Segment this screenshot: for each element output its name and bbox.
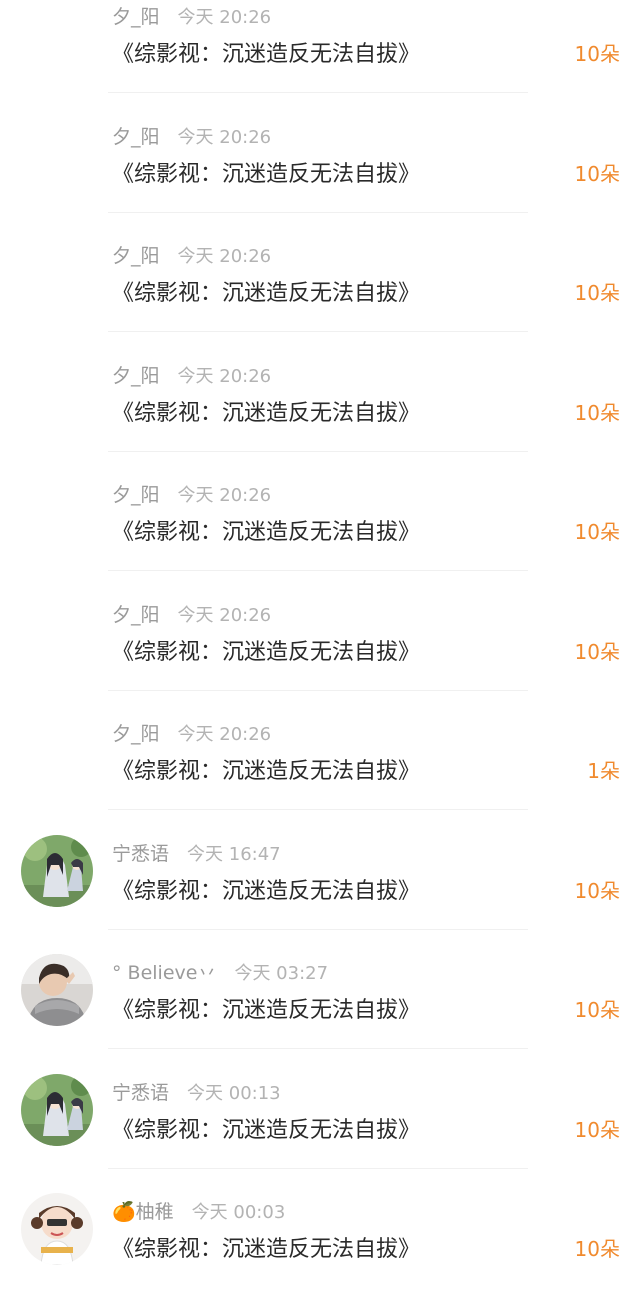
gift-amount: 10朵: [574, 639, 620, 664]
username[interactable]: 宁悉语: [112, 1082, 169, 1104]
row-meta: 夕_阳 今天 20:26: [112, 600, 271, 627]
timestamp: 今天 20:26: [177, 604, 272, 626]
avatar[interactable]: [21, 1193, 93, 1265]
row-meta: 夕_阳 今天 20:26: [112, 361, 271, 388]
list-item[interactable]: 🍊柚稚 今天 00:03 《综影视：沉迷造反无法自拔》 10朵: [0, 1183, 640, 1303]
divider: [108, 450, 528, 452]
gift-amount: 10朵: [574, 281, 620, 305]
list-item[interactable]: 夕_阳 今天 20:26 《综影视：沉迷造反无法自拔》 10朵: [0, 227, 640, 347]
avatar[interactable]: [21, 954, 93, 1026]
timestamp: 今天 20:26: [177, 246, 272, 267]
book-title[interactable]: 《综影视：沉迷造反无法自拔》: [112, 1231, 420, 1263]
divider: [108, 92, 528, 93]
book-title[interactable]: 《综影视：沉迷造反无法自拔》: [112, 275, 420, 307]
timestamp: 今天 03:27: [234, 963, 329, 984]
timestamp: 今天 20:26: [177, 126, 272, 148]
username[interactable]: 夕_阳: [112, 365, 160, 387]
row-meta: 🍊柚稚 今天 00:03: [112, 1197, 285, 1224]
list-item[interactable]: ° Believe丷 今天 03:27 《综影视：沉迷造反无法自拔》 10朵: [0, 944, 640, 1064]
gift-amount: 10朵: [574, 520, 620, 544]
list-item[interactable]: 夕_阳 今天 20:26 《综影视：沉迷造反无法自拔》 10朵: [0, 347, 640, 467]
gift-amount: 10朵: [574, 42, 620, 66]
row-meta: 夕_阳 今天 20:26: [112, 2, 271, 29]
book-title[interactable]: 《综影视：沉迷造反无法自拔》: [112, 395, 420, 427]
book-title[interactable]: 《综影视：沉迷造反无法自拔》: [112, 514, 420, 546]
gift-amount: 10朵: [574, 1237, 620, 1261]
divider: [108, 331, 528, 332]
gift-amount: 10朵: [574, 1117, 620, 1142]
timestamp: 今天 00:03: [191, 1202, 286, 1223]
row-meta: 宁悉语 今天 16:47: [112, 839, 281, 866]
list-item[interactable]: 夕_阳 今天 20:26 《综影视：沉迷造反无法自拔》 1朵: [0, 705, 640, 825]
row-meta: 夕_阳 今天 20:26: [112, 122, 271, 149]
divider: [108, 570, 528, 571]
timestamp: 今天 20:26: [177, 724, 272, 745]
divider: [108, 1048, 528, 1049]
timestamp: 今天 16:47: [187, 843, 281, 865]
book-title[interactable]: 《综影视：沉迷造反无法自拔》: [112, 36, 420, 68]
divider: [108, 211, 528, 213]
divider: [108, 928, 528, 930]
list-item[interactable]: 宁悉语 今天 16:47 《综影视：沉迷造反无法自拔》 10朵: [0, 825, 640, 945]
list-item[interactable]: 夕_阳 今天 20:26 《综影视：沉迷造反无法自拔》 10朵: [0, 586, 640, 706]
gift-amount: 10朵: [574, 161, 620, 186]
list-item[interactable]: 宁悉语 今天 00:13 《综影视：沉迷造反无法自拔》 10朵: [0, 1064, 640, 1184]
timestamp: 今天 20:26: [177, 485, 272, 506]
book-title[interactable]: 《综影视：沉迷造反无法自拔》: [112, 753, 420, 785]
book-title[interactable]: 《综影视：沉迷造反无法自拔》: [112, 156, 420, 188]
username[interactable]: ° Believe丷: [112, 962, 216, 984]
divider: [108, 809, 528, 810]
username[interactable]: 夕_阳: [112, 245, 160, 267]
username[interactable]: 夕_阳: [112, 6, 160, 28]
gift-amount: 10朵: [574, 400, 620, 425]
username[interactable]: 夕_阳: [112, 723, 160, 745]
gift-amount: 10朵: [574, 998, 620, 1022]
avatar[interactable]: [21, 834, 93, 907]
book-title[interactable]: 《综影视：沉迷造反无法自拔》: [112, 1112, 420, 1144]
row-meta: 夕_阳 今天 20:26: [112, 480, 271, 507]
username[interactable]: 夕_阳: [112, 126, 160, 148]
username[interactable]: 夕_阳: [112, 604, 160, 626]
timestamp: 今天 00:13: [187, 1082, 281, 1104]
gift-amount: 1朵: [587, 759, 620, 783]
book-title[interactable]: 《综影视：沉迷造反无法自拔》: [112, 873, 420, 905]
username[interactable]: 宁悉语: [112, 843, 169, 865]
timestamp: 今天 20:26: [177, 365, 272, 387]
username[interactable]: 🍊柚稚: [112, 1201, 174, 1223]
row-meta: 宁悉语 今天 00:13: [112, 1078, 281, 1105]
timestamp: 今天 20:26: [177, 7, 272, 28]
divider: [108, 1167, 528, 1169]
divider: [108, 689, 528, 691]
gift-record-list: 夕_阳 今天 20:26 《综影视：沉迷造反无法自拔》 10朵 夕_阳 今天 20:…: [0, 0, 640, 1265]
row-meta: 夕_阳 今天 20:26: [112, 241, 271, 268]
list-item[interactable]: 夕_阳 今天 20:26 《综影视：沉迷造反无法自拔》 10朵: [0, 0, 640, 108]
book-title[interactable]: 《综影视：沉迷造反无法自拔》: [112, 992, 420, 1024]
row-meta: 夕_阳 今天 20:26: [112, 719, 271, 746]
book-title[interactable]: 《综影视：沉迷造反无法自拔》: [112, 634, 420, 666]
avatar[interactable]: [21, 1073, 93, 1146]
list-item[interactable]: 夕_阳 今天 20:26 《综影视：沉迷造反无法自拔》 10朵: [0, 108, 640, 228]
username[interactable]: 夕_阳: [112, 484, 160, 506]
list-item[interactable]: 夕_阳 今天 20:26 《综影视：沉迷造反无法自拔》 10朵: [0, 466, 640, 586]
gift-amount: 10朵: [574, 878, 620, 903]
row-meta: ° Believe丷 今天 03:27: [112, 958, 328, 985]
